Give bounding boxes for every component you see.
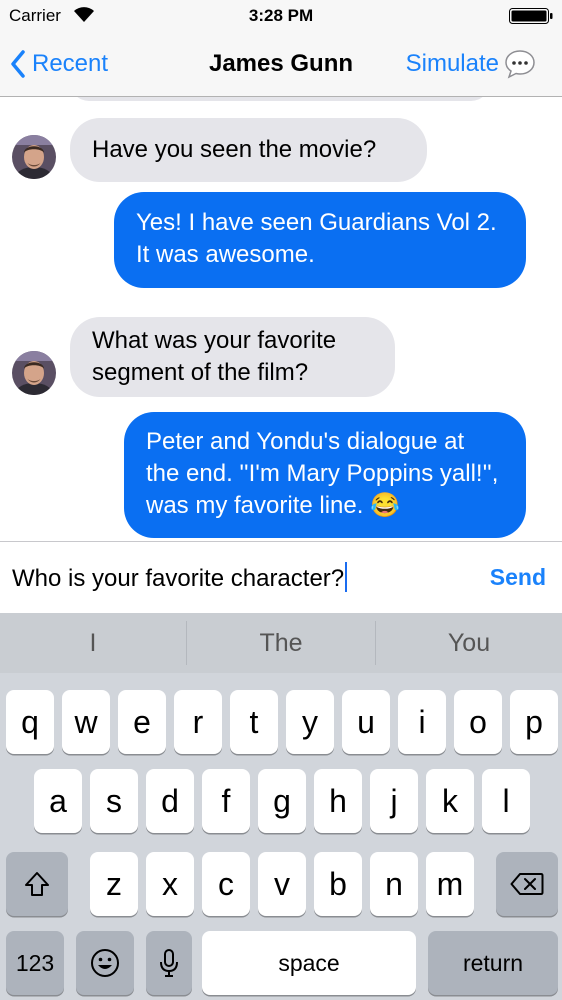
clock: 3:28 PM <box>248 6 314 25</box>
key-h[interactable]: h <box>314 769 362 833</box>
key-j[interactable]: j <box>370 769 418 833</box>
emoji-icon <box>91 949 119 977</box>
back-button[interactable]: Recent <box>10 48 108 80</box>
return-key-label: return <box>462 949 524 976</box>
dictation-key[interactable] <box>146 931 192 995</box>
send-button[interactable]: Send <box>490 564 546 591</box>
navigation-bar: Recent James Gunn Simulate <box>0 34 562 97</box>
contact-avatar <box>12 135 56 179</box>
key-i[interactable]: i <box>398 690 446 754</box>
key-z[interactable]: z <box>90 852 138 916</box>
key-x[interactable]: x <box>146 852 194 916</box>
message-input[interactable]: Who is your favorite character? <box>12 562 348 593</box>
key-f[interactable]: f <box>202 769 250 833</box>
predictive-bar: I The You <box>0 613 562 673</box>
key-v[interactable]: v <box>258 852 306 916</box>
suggestion-item[interactable]: You <box>376 613 562 673</box>
key-y[interactable]: y <box>286 690 334 754</box>
key-s[interactable]: s <box>90 769 138 833</box>
back-button-label: Recent <box>32 50 109 77</box>
incoming-message-bubble: Have you seen the movie? <box>70 118 427 182</box>
emoji-key[interactable] <box>76 931 134 995</box>
message-input-bar: Who is your favorite character? Send <box>0 541 562 614</box>
simulate-button-label: Simulate <box>405 50 499 77</box>
microphone-icon <box>160 949 178 977</box>
keyboard: I The You q w e r t y u i o p a s d f g … <box>0 613 562 1000</box>
key-a[interactable]: a <box>34 769 82 833</box>
key-e[interactable]: e <box>118 690 166 754</box>
speech-bubble-ellipsis-icon <box>505 50 535 79</box>
shift-key[interactable] <box>6 852 68 916</box>
outgoing-message-bubble: Peter and Yondu's dialogue at the end. '… <box>124 412 526 538</box>
suggestion-item[interactable]: The <box>187 613 375 673</box>
key-g[interactable]: g <box>258 769 306 833</box>
battery-icon <box>509 8 553 24</box>
backspace-icon <box>510 873 544 895</box>
space-key[interactable]: space <box>202 931 416 995</box>
key-c[interactable]: c <box>202 852 250 916</box>
numbers-key-label: 123 <box>15 949 55 976</box>
message-input-value: Who is your favorite character? <box>12 565 345 592</box>
numbers-key[interactable]: 123 <box>6 931 64 995</box>
status-bar: Carrier 3:28 PM <box>0 0 562 34</box>
key-u[interactable]: u <box>342 690 390 754</box>
message-list[interactable]: Have you seen the movie? Yes! I have see… <box>0 97 562 541</box>
incoming-message-bubble: What was your favorite segment of the fi… <box>70 317 395 397</box>
outgoing-message-bubble: Yes! I have seen Guardians Vol 2. It was… <box>114 192 526 288</box>
chevron-left-icon <box>11 50 25 78</box>
key-w[interactable]: w <box>62 690 110 754</box>
contact-avatar <box>12 97 56 101</box>
key-p[interactable]: p <box>510 690 558 754</box>
return-key[interactable]: return <box>428 931 558 995</box>
key-t[interactable]: t <box>230 690 278 754</box>
contact-avatar <box>12 351 56 395</box>
key-d[interactable]: d <box>146 769 194 833</box>
key-b[interactable]: b <box>314 852 362 916</box>
space-key-label: space <box>278 949 340 976</box>
key-k[interactable]: k <box>426 769 474 833</box>
key-q[interactable]: q <box>6 690 54 754</box>
suggestion-item[interactable]: I <box>0 613 186 673</box>
key-m[interactable]: m <box>426 852 474 916</box>
shift-icon <box>25 872 49 896</box>
simulate-button[interactable]: Simulate <box>406 48 536 80</box>
key-o[interactable]: o <box>454 690 502 754</box>
key-n[interactable]: n <box>370 852 418 916</box>
message-bubble-partial <box>70 97 490 101</box>
text-cursor <box>345 562 348 592</box>
delete-key[interactable] <box>496 852 558 916</box>
key-r[interactable]: r <box>174 690 222 754</box>
key-l[interactable]: l <box>482 769 530 833</box>
